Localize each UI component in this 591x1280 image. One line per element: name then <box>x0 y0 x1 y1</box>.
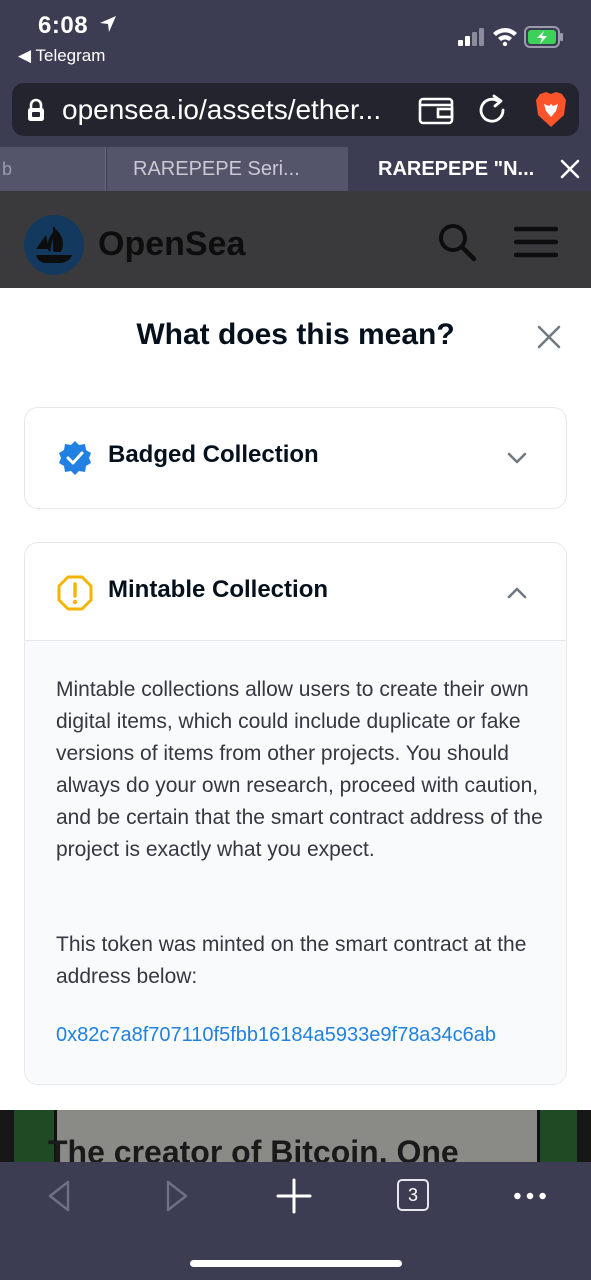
warning-icon <box>57 575 93 611</box>
hamburger-menu-icon[interactable] <box>514 225 558 259</box>
mintable-description: Mintable collections allow users to crea… <box>56 678 543 861</box>
nft-image: The creator of Bitcoin. One <box>14 1110 577 1170</box>
accordion-header[interactable]: Mintable Collection <box>25 543 566 643</box>
address-bar[interactable]: opensea.io/assets/ether... <box>12 83 579 136</box>
tab-offscreen[interactable]: b <box>0 147 106 191</box>
wifi-icon <box>493 28 517 46</box>
close-icon[interactable] <box>534 322 564 352</box>
lock-icon <box>28 98 44 121</box>
accordion-label: Badged Collection <box>108 441 319 468</box>
opensea-logo-icon <box>24 215 84 275</box>
tab-switcher-button[interactable]: 3 <box>397 1179 429 1211</box>
back-to-app-link[interactable]: ◀ Telegram <box>18 46 105 66</box>
new-tab-icon[interactable] <box>276 1178 312 1214</box>
tab-strip: b RAREPEPE Seri... RAREPEPE "N... <box>0 147 591 191</box>
chevron-up-icon <box>507 587 527 599</box>
verified-badge-icon <box>59 441 91 475</box>
page-content-peek: The creator of Bitcoin. One <box>0 1110 591 1170</box>
chevron-down-icon <box>507 452 527 464</box>
cellular-signal-icon <box>458 28 484 46</box>
battery-charging-icon <box>524 26 563 48</box>
accordion-body: Mintable collections allow users to crea… <box>25 640 566 1084</box>
reload-icon[interactable] <box>476 94 508 126</box>
close-tab-icon[interactable] <box>558 157 582 181</box>
accordion-badged-collection: Badged Collection <box>24 407 567 509</box>
site-header: OpenSea <box>0 191 591 288</box>
accordion-header[interactable]: Badged Collection <box>25 408 566 508</box>
back-icon[interactable] <box>42 1178 78 1214</box>
contract-address-link[interactable]: 0x82c7a8f707110f5fbb16184a5933e9f78a34c6… <box>56 1024 496 1047</box>
url-text[interactable]: opensea.io/assets/ether... <box>62 94 381 126</box>
search-icon[interactable] <box>436 221 478 263</box>
site-brand[interactable]: OpenSea <box>98 225 245 264</box>
forward-icon[interactable] <box>158 1178 194 1214</box>
wallet-icon[interactable] <box>418 95 454 125</box>
status-bar: 6:08 ◀ Telegram <box>0 0 591 80</box>
modal-title: What does this mean? <box>136 318 455 351</box>
brave-shields-icon[interactable] <box>534 91 568 129</box>
tab-label: RAREPEPE "N... <box>378 158 535 180</box>
home-indicator[interactable] <box>190 1260 402 1267</box>
more-icon[interactable] <box>512 1178 548 1214</box>
tab-rarepepe-series[interactable]: RAREPEPE Seri... <box>107 147 348 191</box>
info-modal: What does this mean? Badged Collection M… <box>0 288 591 1110</box>
tab-label: RAREPEPE Seri... <box>133 158 300 180</box>
tab-rarepepe-active[interactable]: RAREPEPE "N... <box>348 147 591 191</box>
clock: 6:08 <box>38 12 89 39</box>
contract-note: This token was minted on the smart contr… <box>56 933 527 988</box>
location-arrow-icon <box>100 16 116 32</box>
accordion-mintable-collection: Mintable Collection Mintable collections… <box>24 542 567 1085</box>
accordion-label: Mintable Collection <box>108 576 329 603</box>
